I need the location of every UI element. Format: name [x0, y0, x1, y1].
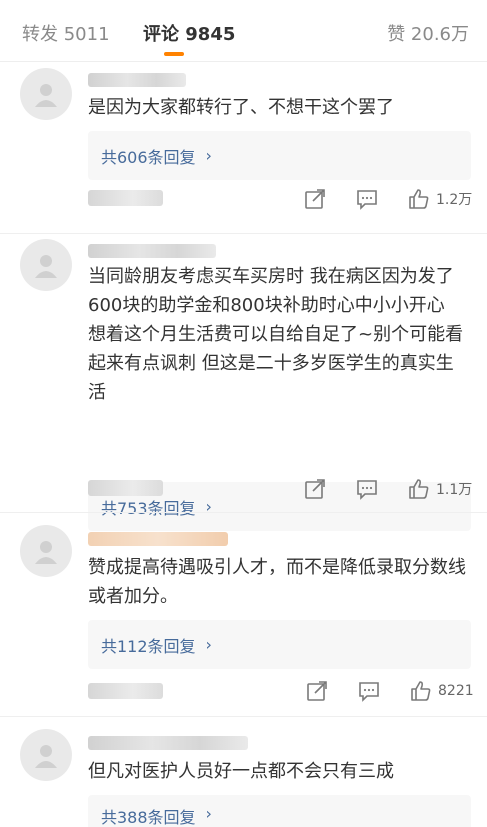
share-button[interactable] [304, 188, 326, 210]
share-button[interactable] [306, 680, 328, 702]
comment-icon [357, 190, 377, 210]
username-blurred[interactable] [88, 73, 186, 87]
share-icon [305, 189, 325, 209]
thumbs-up-icon [409, 189, 429, 209]
timestamp-blurred [88, 683, 163, 699]
view-replies-button[interactable]: 共606条回复 › [88, 131, 471, 180]
default-avatar-icon [35, 745, 57, 768]
like-count: 1.1万 [436, 482, 473, 498]
replies-count: 共753条回复 [101, 498, 196, 518]
timestamp-blurred [88, 480, 163, 496]
thumbs-up-icon [411, 681, 431, 701]
replies-count: 共112条回复 [101, 636, 196, 656]
replies-count: 共606条回复 [101, 147, 196, 167]
chevron-right-icon: › [205, 497, 212, 516]
timestamp-blurred [88, 190, 163, 206]
comment-tabs: 转发 5011 评论 9845 赞 20.6万 [0, 0, 487, 62]
share-icon [307, 681, 327, 701]
username-blurred[interactable] [88, 532, 228, 546]
reply-button[interactable] [358, 680, 380, 702]
avatar[interactable] [20, 729, 72, 781]
view-replies-button[interactable]: 共388条回复 › [88, 795, 471, 827]
divider [0, 512, 487, 513]
comment-icon [357, 480, 377, 500]
comment-item: 是因为大家都转行了、不想干这个罢了 共606条回复 › 1.2万 [0, 63, 487, 233]
like-button[interactable]: 8221 [410, 680, 474, 702]
default-avatar-icon [35, 255, 57, 278]
username-blurred[interactable] [88, 244, 216, 258]
username-blurred[interactable] [88, 736, 248, 750]
active-tab-indicator [164, 52, 184, 56]
comment-icon [359, 682, 379, 702]
chevron-right-icon: › [205, 635, 212, 654]
share-icon [305, 479, 325, 499]
default-avatar-icon [35, 541, 57, 564]
like-button[interactable]: 1.2万 [408, 188, 472, 210]
comment-text: 赞成提高待遇吸引人才，而不是降低录取分数线或者加分。 [88, 557, 466, 607]
default-avatar-icon [35, 84, 57, 107]
view-replies-button[interactable]: 共112条回复 › [88, 620, 471, 669]
thumbs-up-icon [409, 479, 429, 499]
reply-button[interactable] [356, 478, 378, 500]
avatar[interactable] [20, 525, 72, 577]
tab-repost[interactable]: 转发 5011 [22, 20, 110, 46]
avatar[interactable] [20, 68, 72, 120]
replies-count: 共388条回复 [101, 808, 196, 827]
divider [0, 716, 487, 717]
like-count: 1.2万 [436, 192, 473, 208]
like-button[interactable]: 1.1万 [408, 478, 472, 500]
comment-text: 是因为大家都转行了、不想干这个罢了 [88, 97, 394, 118]
tab-like[interactable]: 赞 20.6万 [387, 20, 469, 46]
avatar[interactable] [20, 239, 72, 291]
like-count: 8221 [438, 683, 474, 699]
reply-button[interactable] [356, 188, 378, 210]
comment-text: 当同龄朋友考虑买车买房时 我在病区因为发了600块的助学金和800块补助时心中小… [88, 266, 464, 403]
chevron-right-icon: › [205, 804, 212, 823]
share-button[interactable] [304, 478, 326, 500]
comment-text: 但凡对医护人员好一点都不会只有三成 [88, 761, 394, 782]
chevron-right-icon: › [205, 146, 212, 165]
